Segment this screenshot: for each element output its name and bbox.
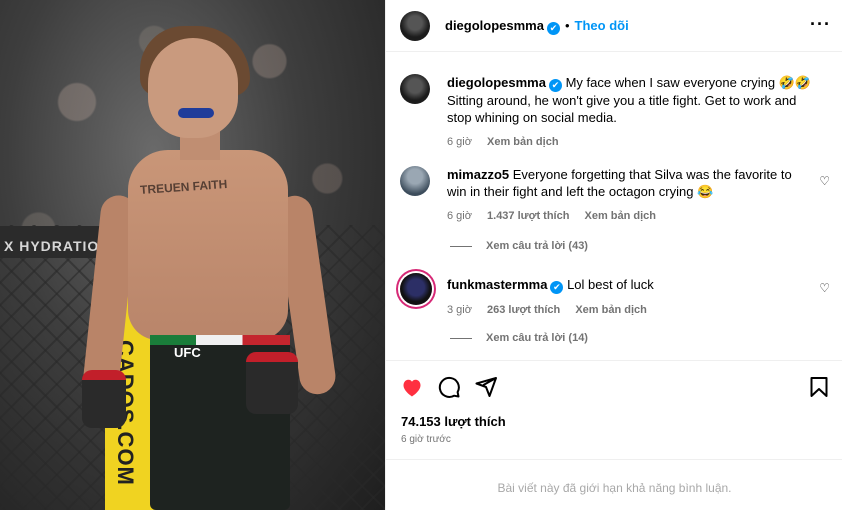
verified-badge-icon: ✔: [546, 22, 560, 35]
share-paper-plane-icon[interactable]: [474, 375, 498, 399]
caption-username[interactable]: diegolopesmma: [447, 75, 546, 90]
comment-likes[interactable]: 263 lượt thích: [487, 304, 560, 316]
comment-time: 6 giờ: [447, 210, 472, 222]
follow-button[interactable]: Theo dõi: [575, 18, 629, 33]
separator-dot: •: [564, 18, 570, 33]
verified-badge-icon: ✔: [550, 281, 564, 294]
comment-item: funkmastermma ✔ Lol best of luck 3 giờ 26…: [400, 273, 830, 318]
view-replies-button[interactable]: Xem câu trả lời (14): [450, 332, 588, 344]
left-glove: [82, 370, 126, 428]
arena-banner-text: X HYDRATION: [4, 238, 111, 254]
caption-meta: 6 giờ Xem bản dịch: [447, 134, 822, 151]
like-heart-icon[interactable]: [400, 375, 424, 399]
like-count[interactable]: 74.153 lượt thích: [401, 414, 506, 429]
caption-body: diegolopesmma ✔ My face when I saw everyo…: [447, 74, 822, 151]
header-info: diegolopesmma ✔ • Theo dõi: [445, 17, 629, 35]
view-replies-label: Xem câu trả lời (43): [486, 240, 588, 252]
translate-link[interactable]: Xem bản dịch: [575, 304, 647, 316]
replies-line: [450, 337, 472, 339]
comment-username[interactable]: mimazzo5: [447, 167, 509, 182]
caption-time: 6 giờ: [447, 136, 472, 148]
comment-meta: 3 giờ 263 lượt thích Xem bản dịch: [447, 302, 792, 319]
view-replies-label: Xem câu trả lời (14): [486, 332, 588, 344]
comment-username[interactable]: funkmastermma: [447, 277, 547, 292]
comment-text: Lol best of luck: [567, 277, 654, 292]
fighter-head: [148, 38, 238, 138]
more-options-icon[interactable]: ···: [810, 14, 831, 35]
post-panel: diegolopesmma ✔ • Theo dõi ··· diegolopesmm…: [385, 0, 842, 510]
author-avatar[interactable]: [400, 11, 430, 41]
comment-body: funkmastermma ✔ Lol best of luck 3 giờ 26…: [447, 276, 792, 319]
post-caption: diegolopesmma ✔ My face when I saw everyo…: [400, 74, 830, 149]
bookmark-icon[interactable]: [807, 375, 831, 399]
replies-line: [450, 245, 472, 247]
comment-meta: 6 giờ 1.437 lượt thích Xem bản dịch: [447, 208, 792, 225]
post-photo[interactable]: X HYDRATION CADOS.COM TREUEN FAITH UFC: [0, 0, 385, 510]
caption-avatar[interactable]: [400, 74, 430, 104]
post-time[interactable]: 6 giờ trước: [401, 434, 451, 445]
post-header: diegolopesmma ✔ • Theo dõi ···: [386, 0, 842, 52]
post-actions: 74.153 lượt thích 6 giờ trước Bài viết n…: [386, 360, 842, 510]
mouthguard: [178, 108, 214, 118]
comment-icon[interactable]: [437, 375, 461, 399]
comment-item: mimazzo5 Everyone forgetting that Silva …: [400, 166, 830, 226]
shorts-waistband: [150, 335, 290, 345]
header-username[interactable]: diegolopesmma: [445, 18, 544, 33]
shorts-logo: UFC: [174, 345, 201, 360]
comment-like-heart-icon[interactable]: ♡: [819, 281, 830, 295]
view-replies-button[interactable]: Xem câu trả lời (43): [450, 240, 588, 252]
translate-link[interactable]: Xem bản dịch: [487, 136, 559, 148]
verified-badge-icon: ✔: [548, 79, 562, 92]
comment-like-heart-icon[interactable]: ♡: [819, 174, 830, 188]
translate-link[interactable]: Xem bản dịch: [585, 210, 657, 222]
commenter-avatar[interactable]: [400, 273, 432, 305]
comments-limited-notice: Bài viết này đã giới hạn khả năng bình l…: [386, 459, 842, 510]
commenter-avatar[interactable]: [400, 166, 430, 196]
comment-likes[interactable]: 1.437 lượt thích: [487, 210, 569, 222]
comment-time: 3 giờ: [447, 304, 472, 316]
right-glove: [246, 352, 298, 414]
comment-body: mimazzo5 Everyone forgetting that Silva …: [447, 166, 792, 225]
